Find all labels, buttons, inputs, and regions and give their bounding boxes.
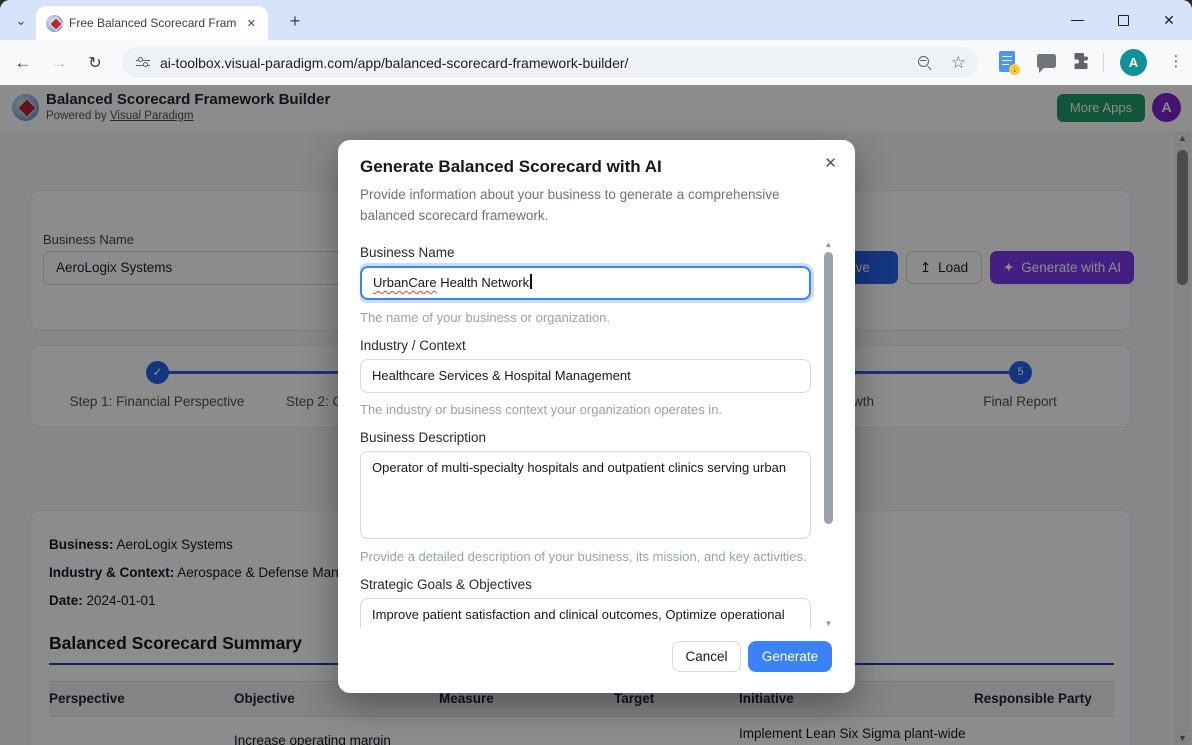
minimize-icon (1070, 19, 1084, 21)
site-favicon-icon (46, 14, 63, 32)
modal-description-label: Business Description (360, 430, 487, 445)
generate-ai-dialog: ✕ Generate Balanced Scorecard with AI Pr… (338, 140, 855, 693)
modal-goals-textarea[interactable]: Improve patient satisfaction and clinica… (360, 598, 811, 628)
chat-icon[interactable] (1037, 54, 1056, 73)
modal-industry-label: Industry / Context (360, 338, 466, 353)
tab-title: Free Balanced Scorecard Framew (69, 16, 237, 30)
generate-button[interactable]: Generate (748, 641, 832, 672)
modal-goals-label: Strategic Goals & Objectives (360, 577, 532, 592)
toolbar-divider (1103, 53, 1104, 72)
browser-window: ⌄ Free Balanced Scorecard Framew ✕ + ✕ ←… (0, 0, 1192, 745)
dialog-title: Generate Balanced Scorecard with AI (360, 157, 662, 176)
page-content: Balanced Scorecard Framework Builder Pow… (0, 85, 1192, 745)
browser-menu-button[interactable]: ⋮ (1162, 48, 1190, 76)
browser-profile-avatar[interactable]: A (1120, 49, 1147, 76)
browser-toolbar: ← → ↻ ai-toolbox.visual-paradigm.com/app… (0, 40, 1192, 85)
modal-description-help: Provide a detailed description of your b… (360, 549, 807, 564)
back-arrow-icon: ← (14, 53, 32, 72)
dialog-scrollbar-thumb[interactable] (824, 252, 833, 524)
reload-button[interactable]: ↻ (80, 48, 110, 78)
dialog-close-icon[interactable]: ✕ (820, 150, 841, 176)
dialog-form-viewport: Business Name UrbanCare Health Network T… (360, 240, 818, 628)
modal-industry-input[interactable]: Healthcare Services & Hospital Managemen… (360, 359, 811, 393)
chevron-down-icon: ⌄ (15, 13, 27, 28)
close-icon: ✕ (1163, 11, 1175, 28)
dialog-scrollbar[interactable]: ▲ ▼ (822, 240, 835, 628)
site-settings-icon[interactable] (136, 56, 150, 70)
dialog-scroll-up-icon[interactable]: ▲ (822, 240, 835, 249)
address-bar[interactable]: ai-toolbox.visual-paradigm.com/app/balan… (122, 47, 978, 78)
maximize-icon (1117, 14, 1129, 26)
close-window-button[interactable]: ✕ (1146, 0, 1192, 40)
modal-business-name-label: Business Name (360, 245, 455, 260)
url-text[interactable]: ai-toolbox.visual-paradigm.com/app/balan… (160, 55, 917, 71)
dialog-scroll-down-icon[interactable]: ▼ (822, 619, 835, 628)
browser-titlebar: ⌄ Free Balanced Scorecard Framew ✕ + ✕ (0, 0, 1192, 40)
dialog-subtitle: Provide information about your business … (360, 187, 780, 223)
modal-industry-help: The industry or business context your or… (360, 402, 723, 417)
modal-description-textarea[interactable]: Operator of multi-specialty hospitals an… (360, 451, 811, 539)
forward-arrow-icon: → (50, 53, 68, 72)
cancel-button[interactable]: Cancel (672, 641, 741, 672)
zoom-out-icon[interactable] (917, 55, 933, 71)
new-tab-button[interactable]: + (283, 9, 307, 33)
browser-tab[interactable]: Free Balanced Scorecard Framew ✕ (36, 6, 268, 40)
forward-button[interactable]: → (44, 48, 74, 78)
window-controls: ✕ (1054, 0, 1192, 40)
reload-icon: ↻ (88, 55, 102, 72)
modal-business-name-input[interactable]: UrbanCare Health Network (360, 266, 811, 300)
download-badge-icon: ↓ (1009, 64, 1020, 75)
tab-search-button[interactable]: ⌄ (8, 8, 34, 34)
reading-extension-icon[interactable]: ↓ (999, 51, 1020, 75)
minimize-button[interactable] (1054, 0, 1100, 40)
bookmark-star-icon[interactable]: ☆ (951, 54, 966, 71)
back-button[interactable]: ← (8, 48, 38, 78)
extensions-puzzle-icon[interactable] (1071, 51, 1091, 76)
modal-business-name-help: The name of your business or organizatio… (360, 310, 611, 325)
maximize-button[interactable] (1100, 0, 1146, 40)
plus-icon: + (289, 10, 301, 31)
text-cursor (530, 274, 532, 289)
tab-close-icon[interactable]: ✕ (243, 15, 260, 32)
